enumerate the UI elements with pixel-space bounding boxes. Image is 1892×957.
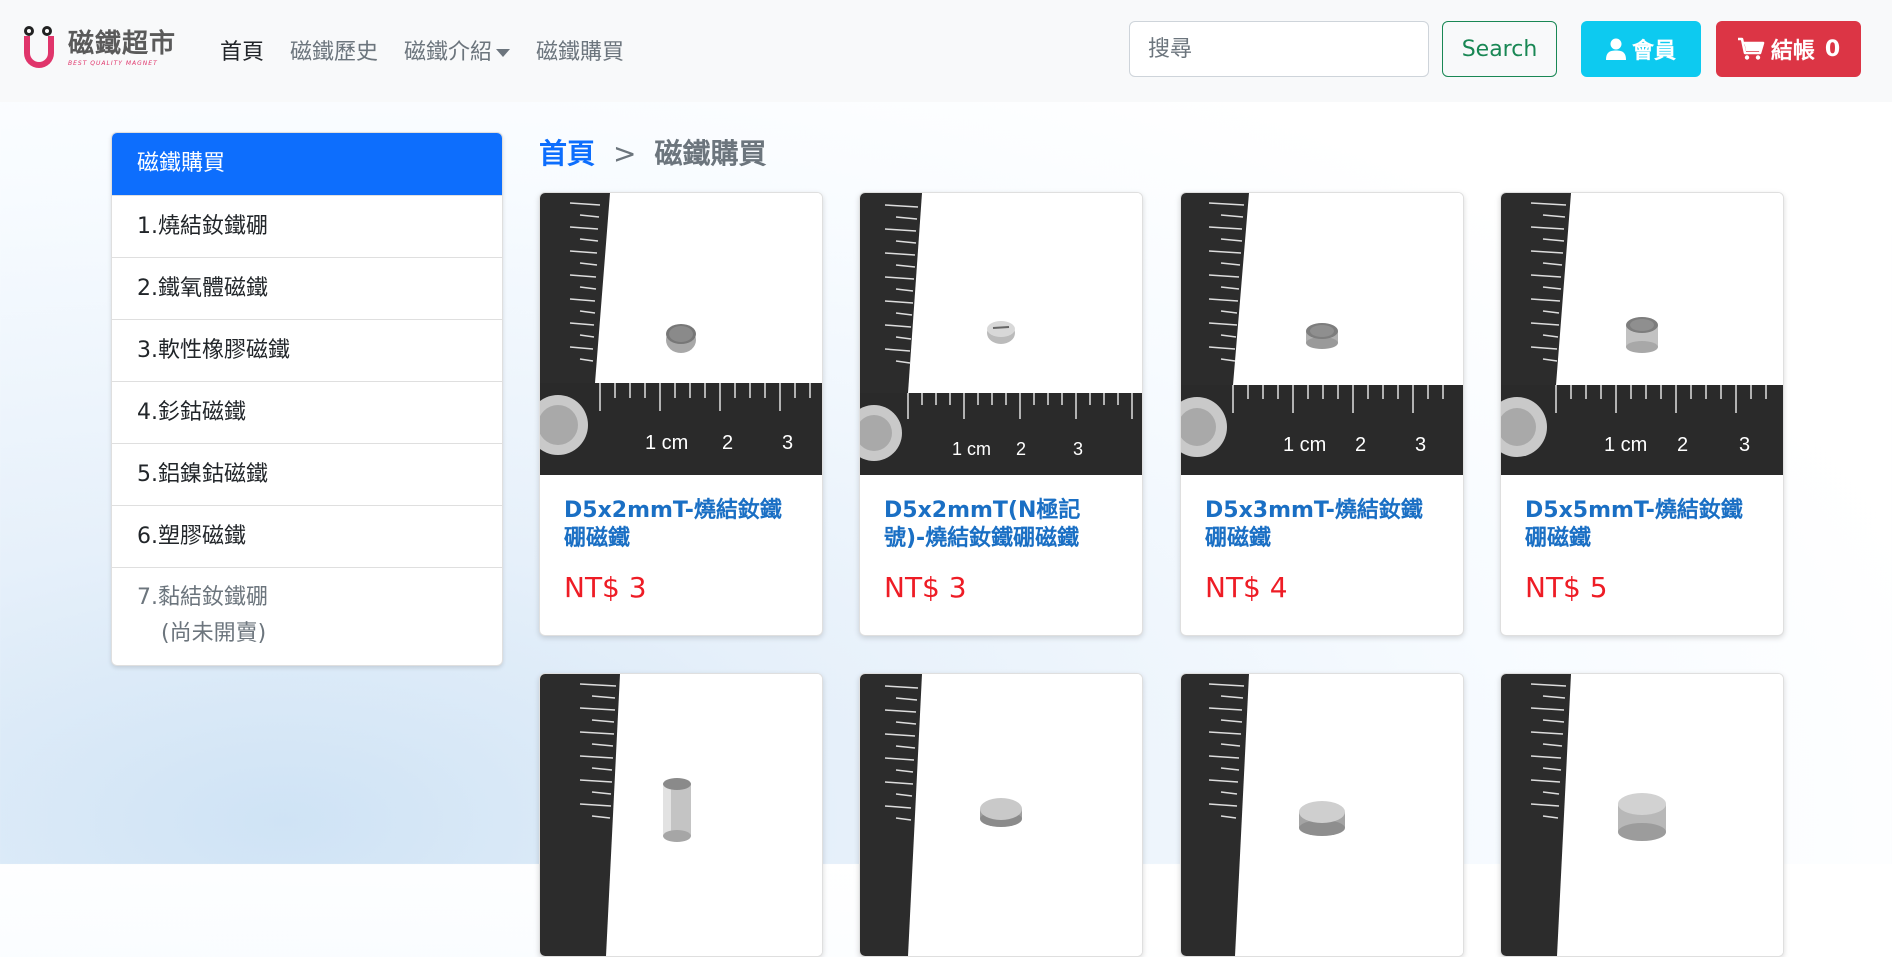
- checkout-label: 結帳: [1770, 39, 1815, 64]
- nav-purchase[interactable]: 磁鐵購買: [536, 34, 624, 66]
- magnet-photo: [1501, 674, 1783, 956]
- brand-tagline: BEST QUALITY MAGNET: [68, 60, 158, 67]
- ruler-tick-label: 3: [782, 432, 793, 454]
- nav-intro-label: 磁鐵介紹: [404, 40, 493, 65]
- product-title[interactable]: D5x5mmT-燒結釹鐵硼磁鐵: [1525, 497, 1759, 553]
- sidebar-header[interactable]: 磁鐵購買: [112, 133, 502, 195]
- product-image[interactable]: 1 cm 2 3: [860, 193, 1142, 475]
- nav-history[interactable]: 磁鐵歷史: [290, 34, 378, 66]
- magnet-photo: [860, 674, 1142, 956]
- breadcrumb-separator: >: [613, 137, 637, 170]
- ruler-cm-label: 1 cm: [952, 439, 991, 459]
- product-title[interactable]: D5x3mmT-燒結釹鐵硼磁鐵: [1205, 497, 1439, 553]
- ruler-cm-label: 1 cm: [1283, 434, 1326, 456]
- sidebar-item-plastic[interactable]: 6.塑膠磁鐵: [112, 505, 502, 567]
- ruler-tick-label: 3: [1739, 434, 1750, 456]
- brand-logo[interactable]: 磁鐵超市 BEST QUALITY MAGNET: [22, 24, 176, 74]
- ruler-tick-label: 2: [1016, 439, 1026, 459]
- product-image[interactable]: [860, 674, 1142, 956]
- product-card[interactable]: 1 cm 2 3 D5x2mmT(N極記號)-燒結釹鐵硼磁鐵 NT$ 3: [859, 192, 1143, 636]
- sidebar-item-flexible-rubber[interactable]: 3.軟性橡膠磁鐵: [112, 319, 502, 381]
- checkout-button[interactable]: 結帳 0: [1716, 21, 1861, 77]
- product-image[interactable]: 1 cm 2 3: [1181, 193, 1463, 475]
- ruler-tick-label: 2: [1355, 434, 1366, 456]
- magnet-photo: 1 cm 2 3: [540, 193, 822, 475]
- ruler-cm-label: 1 cm: [1604, 434, 1647, 456]
- product-price: NT$ 3: [884, 571, 967, 604]
- product-image[interactable]: 1 cm 2 3: [540, 193, 822, 475]
- cart-count-badge: 0: [1824, 36, 1841, 62]
- product-title[interactable]: D5x2mmT-燒結釹鐵硼磁鐵: [564, 497, 798, 553]
- product-card[interactable]: 1 cm 2 3 D5x5mmT-燒結釹鐵硼磁鐵 NT$ 5: [1500, 192, 1784, 636]
- sidebar-item-sintered-ndfeb[interactable]: 1.燒結釹鐵硼: [112, 195, 502, 257]
- product-price: NT$ 4: [1205, 571, 1288, 604]
- sidebar-item-label: 7.黏結釹鐵硼: [137, 585, 268, 610]
- product-price: NT$ 5: [1525, 571, 1608, 604]
- product-card[interactable]: 1 cm 2 3 D5x3mmT-燒結釹鐵硼磁鐵 NT$ 4: [1180, 192, 1464, 636]
- main-nav: 首頁 磁鐵歷史 磁鐵介紹 磁鐵購買: [220, 34, 650, 66]
- magnet-photo: [540, 674, 822, 956]
- sidebar-item-alnico[interactable]: 5.鋁鎳鈷磁鐵: [112, 443, 502, 505]
- ruler-tick-label: 3: [1415, 434, 1426, 456]
- search-input[interactable]: [1129, 21, 1429, 77]
- product-image[interactable]: [540, 674, 822, 956]
- product-card[interactable]: 1 cm 2 3 D5x2mmT-燒結釹鐵硼磁鐵 NT$ 3: [539, 192, 823, 636]
- product-image[interactable]: 1 cm 2 3: [1501, 193, 1783, 475]
- magnet-logo-icon: [22, 24, 62, 74]
- member-label: 會員: [1631, 39, 1676, 64]
- product-image[interactable]: [1181, 674, 1463, 956]
- user-icon: [1605, 38, 1626, 60]
- caret-down-icon: [496, 49, 511, 57]
- category-sidebar: 磁鐵購買 1.燒結釹鐵硼 2.鐵氧體磁鐵 3.軟性橡膠磁鐵 4.釤鈷磁鐵 5.鋁…: [111, 132, 503, 666]
- product-price: NT$ 3: [564, 571, 647, 604]
- ruler-cm-label: 1 cm: [645, 432, 688, 454]
- product-title[interactable]: D5x2mmT(N極記號)-燒結釹鐵硼磁鐵: [884, 497, 1118, 553]
- cart-icon: [1737, 37, 1765, 60]
- product-image[interactable]: [1501, 674, 1783, 956]
- ruler-tick-label: 2: [722, 432, 733, 454]
- magnet-photo: [1181, 674, 1463, 956]
- sidebar-item-smco[interactable]: 4.釤鈷磁鐵: [112, 381, 502, 443]
- navbar: 磁鐵超市 BEST QUALITY MAGNET 首頁 磁鐵歷史 磁鐵介紹 磁鐵…: [0, 0, 1892, 102]
- ruler-tick-label: 3: [1073, 439, 1083, 459]
- breadcrumb-current: 磁鐵購買: [654, 137, 767, 170]
- nav-intro-dropdown[interactable]: 磁鐵介紹: [404, 34, 511, 66]
- product-card[interactable]: [1500, 673, 1784, 957]
- magnet-photo: 1 cm 2 3: [1181, 193, 1463, 475]
- magnet-photo: 1 cm 2 3: [860, 193, 1142, 475]
- product-card[interactable]: [539, 673, 823, 957]
- sidebar-item-note: (尚未開賣): [161, 621, 267, 646]
- breadcrumb-home[interactable]: 首頁: [539, 137, 595, 170]
- member-button[interactable]: 會員: [1581, 21, 1701, 77]
- product-card[interactable]: [859, 673, 1143, 957]
- product-card[interactable]: [1180, 673, 1464, 957]
- sidebar-item-bonded-ndfeb: 7.黏結釹鐵硼 (尚未開賣): [112, 567, 502, 665]
- brand-name: 磁鐵超市: [68, 29, 177, 59]
- nav-home[interactable]: 首頁: [220, 34, 264, 66]
- breadcrumb: 首頁 > 磁鐵購買: [539, 132, 767, 172]
- magnet-photo: 1 cm 2 3: [1501, 193, 1783, 475]
- search-button[interactable]: Search: [1442, 21, 1557, 77]
- ruler-tick-label: 2: [1677, 434, 1688, 456]
- sidebar-item-ferrite[interactable]: 2.鐵氧體磁鐵: [112, 257, 502, 319]
